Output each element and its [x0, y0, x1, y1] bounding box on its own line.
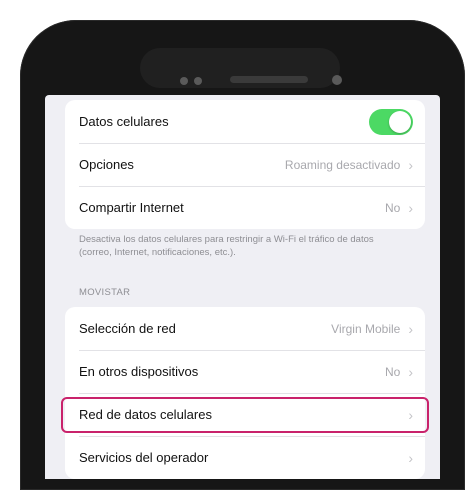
opciones-label: Opciones — [79, 157, 134, 172]
seleccion-red-value: Virgin Mobile — [331, 321, 401, 336]
settings-screen: Datos celulares Opciones Roaming desacti… — [45, 95, 440, 479]
servicios-operador-label: Servicios del operador — [79, 450, 209, 465]
toggle-knob — [389, 110, 411, 133]
datos-celulares-toggle[interactable] — [369, 108, 413, 135]
otros-dispositivos-value: No — [384, 364, 401, 379]
datos-celulares-row[interactable]: Datos celulares — [65, 100, 425, 143]
opciones-row[interactable]: Opciones Roaming desactivado › — [65, 143, 425, 186]
sensor-dot — [194, 77, 202, 85]
chevron-right-icon: › — [408, 320, 413, 337]
datos-celulares-label: Datos celulares — [79, 114, 169, 129]
highlight-box — [61, 397, 429, 433]
chevron-right-icon: › — [408, 363, 413, 380]
red-datos-celulares-row[interactable]: Red de datos celulares › — [61, 393, 429, 436]
cellular-note: Desactiva los datos celulares para restr… — [79, 234, 374, 258]
sensor-dot — [180, 77, 188, 85]
carrier-section-header: MOVISTAR — [79, 287, 131, 298]
chevron-right-icon: › — [408, 449, 413, 466]
seleccion-red-label: Selección de red — [79, 321, 176, 336]
otros-dispositivos-label: En otros dispositivos — [79, 364, 199, 379]
chevron-right-icon: › — [408, 199, 413, 216]
seleccion-red-row[interactable]: Selección de red Virgin Mobile › — [65, 307, 425, 350]
chevron-right-icon: › — [408, 156, 413, 173]
carrier-group: Selección de red Virgin Mobile › En otro… — [61, 307, 429, 479]
cellular-group: Datos celulares Opciones Roaming desacti… — [65, 100, 425, 229]
compartir-internet-value: No — [384, 200, 401, 215]
opciones-value: Roaming desactivado — [284, 157, 401, 172]
otros-dispositivos-row[interactable]: En otros dispositivos No › — [65, 350, 425, 393]
compartir-internet-label: Compartir Internet — [79, 200, 184, 215]
front-camera — [332, 75, 342, 85]
compartir-internet-row[interactable]: Compartir Internet No › — [65, 186, 425, 229]
servicios-operador-row[interactable]: Servicios del operador › — [65, 436, 425, 479]
speaker-grille — [230, 76, 308, 83]
